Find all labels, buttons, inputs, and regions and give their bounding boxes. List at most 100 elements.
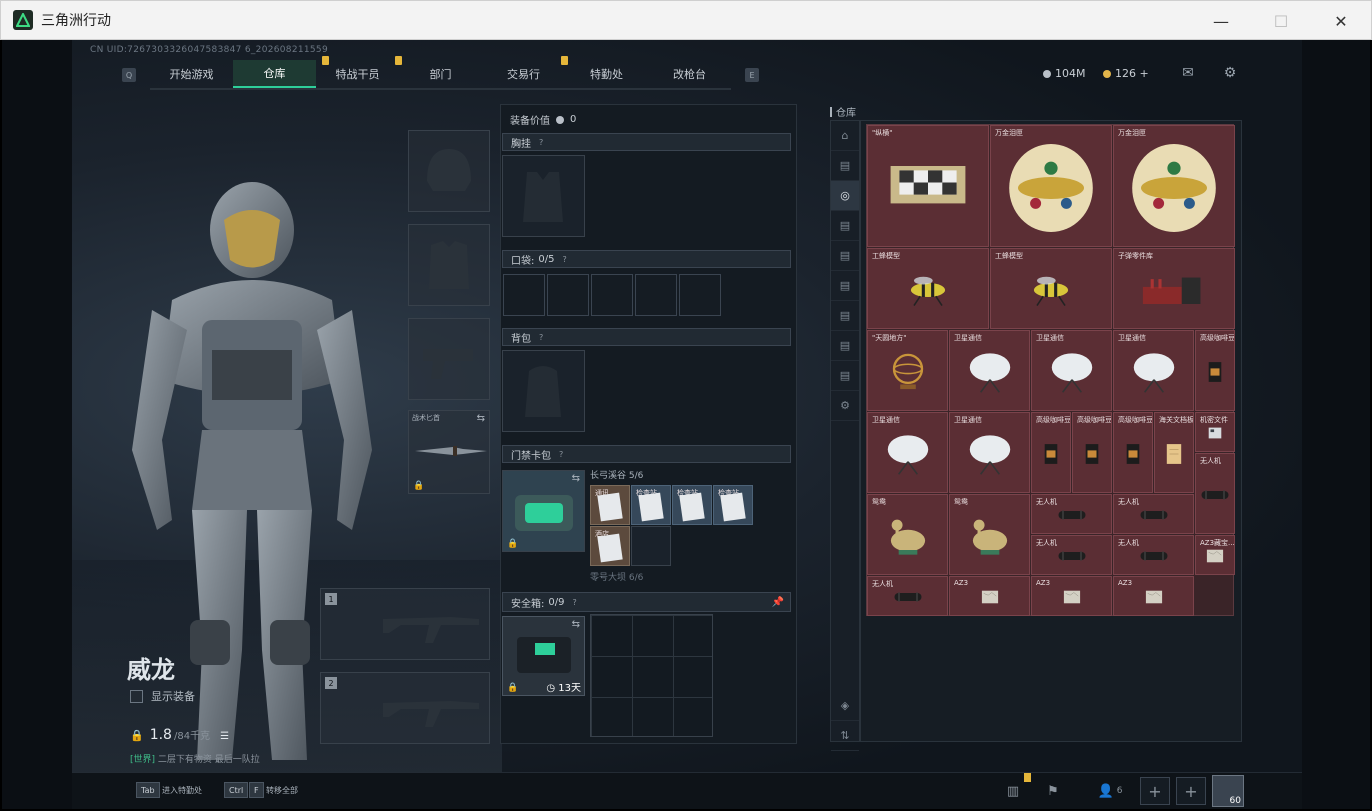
- tab-department[interactable]: 部门: [395, 56, 482, 88]
- chat-line[interactable]: [世界] 二层下有物资 最后一队拉: [130, 752, 260, 765]
- coupon-balance[interactable]: 126 +: [1103, 67, 1149, 80]
- storage-filter-icon[interactable]: ▤: [831, 151, 859, 181]
- friends-button[interactable]: 👤 6: [1090, 781, 1130, 801]
- warehouse-item[interactable]: 卫星通信: [1031, 330, 1112, 411]
- warehouse-item[interactable]: AZ3: [949, 576, 1030, 616]
- warehouse-item[interactable]: 工蜂模型: [867, 248, 989, 329]
- tab-start-game[interactable]: 开始游戏: [150, 60, 233, 88]
- warehouse-item[interactable]: 无人机: [1195, 453, 1235, 534]
- swap-icon[interactable]: ⇆: [572, 473, 580, 484]
- warehouse-item[interactable]: 卫星通信: [867, 412, 948, 493]
- collectibles-filter-icon[interactable]: ◎: [831, 181, 859, 211]
- warehouse-item[interactable]: 卫星通信: [949, 412, 1030, 493]
- pocket-slot[interactable]: [635, 274, 677, 316]
- warehouse-item[interactable]: 无人机: [1113, 494, 1194, 534]
- warehouse-item[interactable]: 卫星通信: [1113, 330, 1194, 411]
- mail-icon[interactable]: ✉: [1178, 64, 1198, 82]
- safe-box-grid[interactable]: [590, 614, 713, 737]
- warehouse-item[interactable]: AZ3: [1113, 576, 1194, 616]
- helmet-filter-icon[interactable]: ⌂: [831, 121, 859, 151]
- warehouse-item[interactable]: 万金泪匣: [990, 125, 1112, 247]
- help-icon[interactable]: ?: [539, 333, 543, 342]
- close-button[interactable]: ✕: [1311, 1, 1371, 41]
- warehouse-item[interactable]: 高级咖啡豆: [1113, 412, 1153, 493]
- tab-gunsmith[interactable]: 改枪台: [648, 60, 731, 88]
- show-gear-toggle[interactable]: 显示装备: [130, 688, 195, 704]
- maximize-button[interactable]: ☐: [1251, 1, 1311, 41]
- backpack-slot[interactable]: [502, 350, 585, 432]
- tab-key[interactable]: Tab: [136, 782, 160, 798]
- swap-icon[interactable]: ⇆: [477, 413, 485, 424]
- chest-rig-slot[interactable]: [502, 155, 585, 237]
- transfer-all-label[interactable]: 转移全部: [266, 785, 298, 796]
- storage-filter-icon[interactable]: ▤: [831, 271, 859, 301]
- minimize-button[interactable]: —: [1191, 1, 1251, 41]
- settings-gear-icon[interactable]: ⚙: [1220, 64, 1240, 82]
- warehouse-item[interactable]: 工蜂模型: [990, 248, 1112, 329]
- storage-filter-icon[interactable]: ▤: [831, 331, 859, 361]
- storage-filter-icon[interactable]: ▤: [831, 361, 859, 391]
- pocket-slot[interactable]: [547, 274, 589, 316]
- tab-special-ops[interactable]: 特勤处: [561, 56, 648, 88]
- secondary-weapon-slot[interactable]: 2: [320, 672, 490, 744]
- empty-card-slot[interactable]: [631, 526, 671, 566]
- add-teammate-button[interactable]: +: [1140, 777, 1170, 805]
- warehouse-item[interactable]: 高级咖啡豆: [1195, 330, 1235, 411]
- enter-special-ops-label[interactable]: 进入特勤处: [162, 785, 202, 796]
- warehouse-item[interactable]: 机密文件: [1195, 412, 1235, 452]
- warehouse-item[interactable]: AZ3藏宝...: [1195, 535, 1235, 575]
- pin-icon[interactable]: 📌: [772, 597, 784, 608]
- keycard-item[interactable]: 通讯: [590, 485, 630, 525]
- pocket-slot[interactable]: [503, 274, 545, 316]
- layers-icon[interactable]: ◈: [831, 691, 859, 721]
- warehouse-item[interactable]: "天圆地方": [867, 330, 948, 411]
- help-icon[interactable]: ?: [559, 450, 563, 459]
- pocket-slot[interactable]: [679, 274, 721, 316]
- help-icon[interactable]: ?: [539, 138, 543, 147]
- storage-filter-icon[interactable]: ▤: [831, 241, 859, 271]
- warehouse-item[interactable]: 无人机: [867, 576, 948, 616]
- swap-icon[interactable]: ⇆: [572, 619, 580, 630]
- knife-slot[interactable]: 战术匕首 ⇆ 🔒: [408, 410, 490, 494]
- warehouse-item[interactable]: 无人机: [1113, 535, 1194, 575]
- flag-icon[interactable]: ⚑: [1042, 781, 1064, 801]
- help-icon[interactable]: ?: [562, 255, 566, 264]
- weight-detail-icon[interactable]: ☰: [220, 731, 229, 742]
- f-key[interactable]: F: [249, 782, 264, 798]
- warehouse-item[interactable]: 子弹零件库: [1113, 248, 1235, 329]
- tab-market[interactable]: 交易行: [482, 60, 565, 88]
- storage-filter-icon[interactable]: ▤: [831, 301, 859, 331]
- keycard-item[interactable]: 检查站: [713, 485, 753, 525]
- storage-filter-icon[interactable]: ▤: [831, 211, 859, 241]
- tab-warehouse[interactable]: 仓库: [233, 60, 316, 88]
- warehouse-item[interactable]: "纵横": [867, 125, 989, 247]
- nav-prev-key[interactable]: Q: [122, 68, 136, 82]
- warehouse-item[interactable]: 高级咖啡豆: [1072, 412, 1112, 493]
- primary-weapon-slot[interactable]: 1: [320, 588, 490, 660]
- keycard-item[interactable]: 检查站: [631, 485, 671, 525]
- ctrl-key[interactable]: Ctrl: [224, 782, 249, 798]
- warehouse-item[interactable]: 鸳鸯: [949, 494, 1030, 575]
- warehouse-item[interactable]: 卫星通信: [949, 330, 1030, 411]
- warehouse-item[interactable]: 海关文档板: [1154, 412, 1194, 493]
- stats-chart-icon[interactable]: ▥: [1002, 781, 1024, 801]
- warehouse-item[interactable]: AZ3: [1031, 576, 1112, 616]
- keycard-item[interactable]: 酒店: [590, 526, 630, 566]
- keycard-case-slot[interactable]: ⇆ 🔒: [502, 470, 585, 552]
- pistol-slot[interactable]: [408, 318, 490, 400]
- warehouse-item[interactable]: 无人机: [1031, 535, 1112, 575]
- warehouse-item[interactable]: 万金泪匣: [1113, 125, 1235, 247]
- player-avatar[interactable]: 60: [1212, 775, 1244, 807]
- sort-icon[interactable]: ⇅: [831, 721, 859, 751]
- warehouse-item[interactable]: 无人机: [1031, 494, 1112, 534]
- tab-operators[interactable]: 特战干员: [316, 56, 399, 88]
- keycard-item[interactable]: 检查站: [672, 485, 712, 525]
- pocket-slot[interactable]: [591, 274, 633, 316]
- warehouse-item[interactable]: 高级咖啡豆: [1031, 412, 1071, 493]
- warehouse-settings-icon[interactable]: ⚙: [831, 391, 859, 421]
- helmet-slot[interactable]: [408, 130, 490, 212]
- warehouse-item[interactable]: 鸳鸯: [867, 494, 948, 575]
- help-icon[interactable]: ?: [572, 598, 576, 607]
- show-gear-checkbox[interactable]: [130, 689, 143, 703]
- body-armor-slot[interactable]: [408, 224, 490, 306]
